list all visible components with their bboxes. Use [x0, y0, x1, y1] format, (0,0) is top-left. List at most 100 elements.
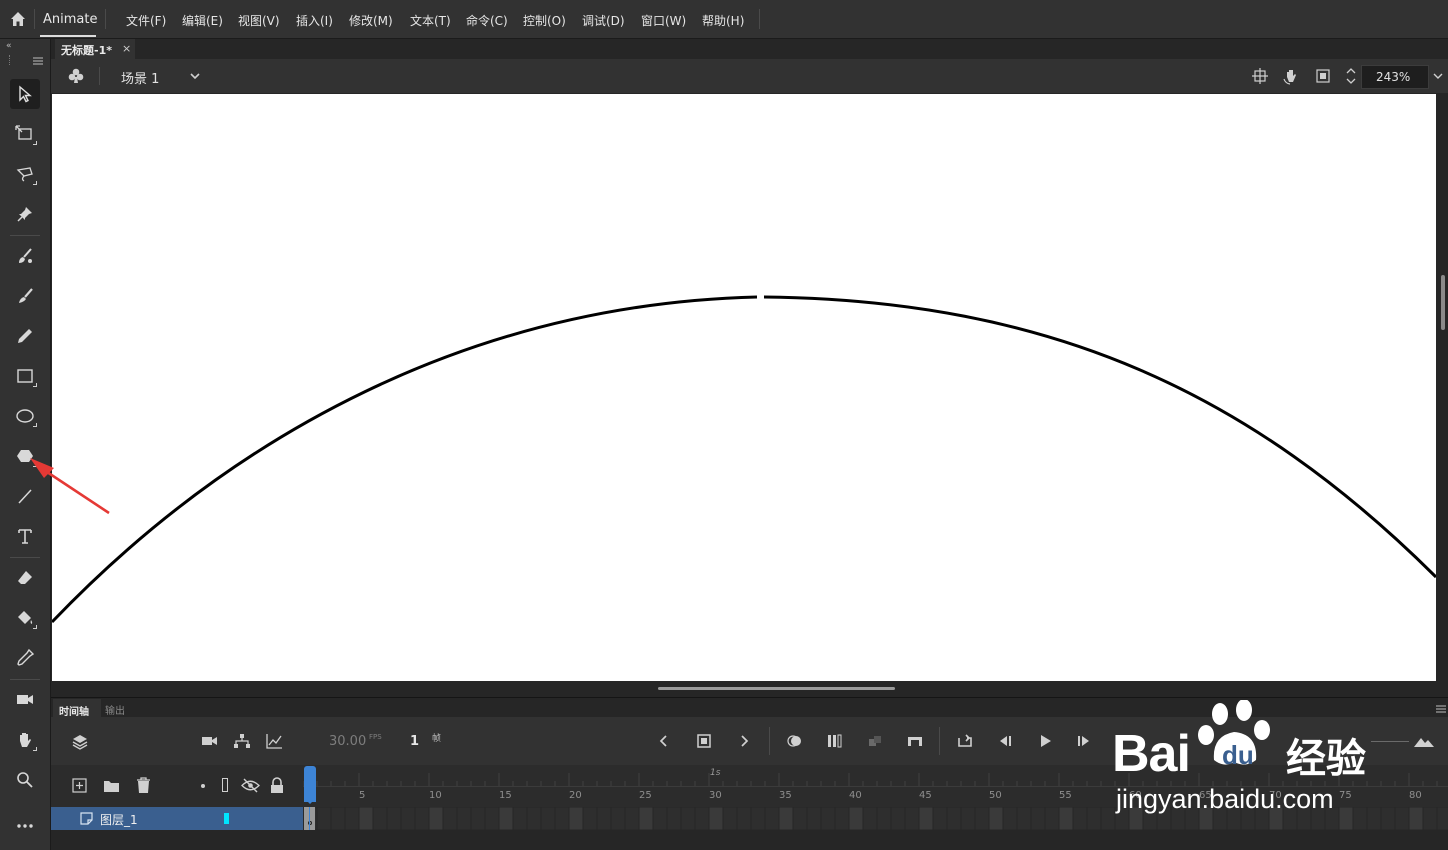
pencil-tool[interactable] [10, 321, 40, 351]
menu-text[interactable]: 文本(T) [410, 12, 451, 29]
fps-value[interactable]: 30.00 [329, 734, 366, 749]
current-frame-value[interactable]: 1 [410, 734, 419, 749]
menu-help[interactable]: 帮助(H) [702, 12, 744, 29]
menu-view[interactable]: 视图(V) [238, 12, 280, 29]
menu-modify[interactable]: 修改(M) [349, 12, 393, 29]
layers-icon[interactable] [71, 733, 89, 751]
frame-cell [1086, 807, 1102, 830]
zoom-dropdown-chevron-icon[interactable] [1432, 71, 1444, 81]
rectangle-icon [17, 369, 33, 383]
timeline-tab[interactable]: 时间轴 [53, 699, 101, 718]
frame-cell [1016, 807, 1032, 830]
frame-cell [386, 807, 402, 830]
outline-layers-icon[interactable] [222, 778, 228, 792]
next-keyframe-icon[interactable] [738, 734, 750, 748]
menu-commands[interactable]: 命令(C) [466, 12, 508, 29]
text-tool[interactable] [10, 521, 40, 551]
playhead-line [309, 807, 310, 830]
loop-range-icon[interactable] [906, 733, 924, 749]
ruler-label: 55 [1059, 790, 1072, 801]
onion-skin-icon[interactable] [786, 733, 804, 749]
trash-icon[interactable] [136, 777, 151, 794]
hand-tool[interactable] [10, 725, 40, 755]
frame-cell [666, 807, 682, 830]
panel-grip[interactable] [9, 55, 12, 65]
fluid-brush-tool[interactable] [10, 241, 40, 271]
camera-tool[interactable] [10, 684, 40, 714]
previous-keyframe-icon[interactable] [658, 734, 670, 748]
eyedropper-tool[interactable] [10, 643, 40, 673]
frame-cell [904, 807, 920, 830]
step-forward-icon[interactable] [1075, 733, 1093, 749]
frame-cell [806, 807, 822, 830]
paint-bucket-icon [18, 611, 33, 624]
oval-tool[interactable] [10, 401, 40, 431]
document-tab[interactable]: 无标题-1* × [55, 39, 135, 59]
camera-icon[interactable] [201, 733, 219, 749]
app-name-underline [40, 35, 96, 37]
frame-cell [918, 807, 934, 830]
more-tools-button[interactable] [10, 811, 40, 841]
oval-icon [16, 409, 34, 423]
zoom-tool[interactable] [10, 765, 40, 795]
paint-brush-tool[interactable] [10, 281, 40, 311]
frame-options-icon[interactable] [866, 733, 884, 749]
frame-cell [694, 807, 710, 830]
lock-icon[interactable] [270, 777, 284, 794]
play-icon[interactable] [1036, 733, 1054, 749]
home-icon[interactable] [8, 9, 28, 29]
new-folder-icon[interactable] [103, 778, 120, 793]
menu-file[interactable]: 文件(F) [126, 12, 166, 29]
lasso-tool[interactable] [10, 159, 40, 189]
selection-tool[interactable] [10, 79, 40, 109]
arc-drawing[interactable] [52, 94, 1436, 681]
frame-cell [624, 807, 640, 830]
layer-row[interactable]: 图层_1 [51, 807, 303, 830]
clip-stage-icon[interactable] [1315, 68, 1331, 84]
selection-arrow-icon [19, 85, 32, 103]
insert-keyframe-icon[interactable] [696, 733, 712, 749]
stage-canvas[interactable] [52, 94, 1436, 681]
menu-edit[interactable]: 编辑(E) [182, 12, 223, 29]
camera-icon [17, 695, 33, 704]
panel-menu-icon[interactable] [33, 57, 43, 65]
new-layer-icon[interactable] [72, 778, 87, 793]
collapse-panel-icon[interactable]: « [6, 41, 12, 51]
stage-vertical-scrollbar[interactable] [1441, 275, 1445, 330]
stage-horizontal-scrollbar[interactable] [658, 687, 895, 690]
menu-debug[interactable]: 调试(D) [582, 12, 625, 29]
menu-control[interactable]: 控制(O) [523, 12, 566, 29]
frame-cell [554, 807, 570, 830]
layer-name[interactable]: 图层_1 [100, 811, 138, 828]
playhead-tip [304, 798, 316, 804]
chevron-down-icon[interactable] [189, 71, 201, 81]
playhead[interactable] [304, 766, 316, 802]
scene-name: 场景 1 [121, 72, 160, 87]
highlight-layers-icon[interactable] [201, 784, 205, 788]
layer-parenting-icon[interactable] [233, 733, 251, 749]
center-stage-icon[interactable] [1252, 68, 1268, 84]
eraser-tool[interactable] [10, 563, 40, 593]
output-tab[interactable]: 输出 [105, 702, 125, 717]
frame-cell [876, 807, 892, 830]
tool-divider [10, 557, 40, 558]
zoom-input[interactable]: 243% [1361, 65, 1429, 89]
ruler-label: 10 [429, 790, 442, 801]
step-back-icon[interactable] [996, 733, 1014, 749]
scene-clubs-icon[interactable] [67, 67, 85, 85]
free-transform-tool[interactable] [10, 119, 40, 149]
menu-insert[interactable]: 插入(I) [296, 12, 333, 29]
layer-color-swatch[interactable] [224, 813, 229, 824]
menu-window[interactable]: 窗口(W) [641, 12, 686, 29]
zoom-stepper-icon[interactable] [1345, 66, 1357, 86]
pin-tool[interactable] [10, 199, 40, 229]
rectangle-tool[interactable] [10, 361, 40, 391]
graph-icon[interactable] [265, 733, 283, 749]
rotate-stage-icon[interactable] [1282, 67, 1300, 85]
tool-group-indicator [33, 141, 37, 145]
hide-layers-eye-icon[interactable] [241, 778, 260, 793]
edit-multiple-frames-icon[interactable] [826, 733, 844, 749]
loop-icon[interactable] [956, 733, 974, 749]
paint-bucket-tool[interactable] [10, 603, 40, 633]
close-icon[interactable]: × [122, 42, 131, 55]
